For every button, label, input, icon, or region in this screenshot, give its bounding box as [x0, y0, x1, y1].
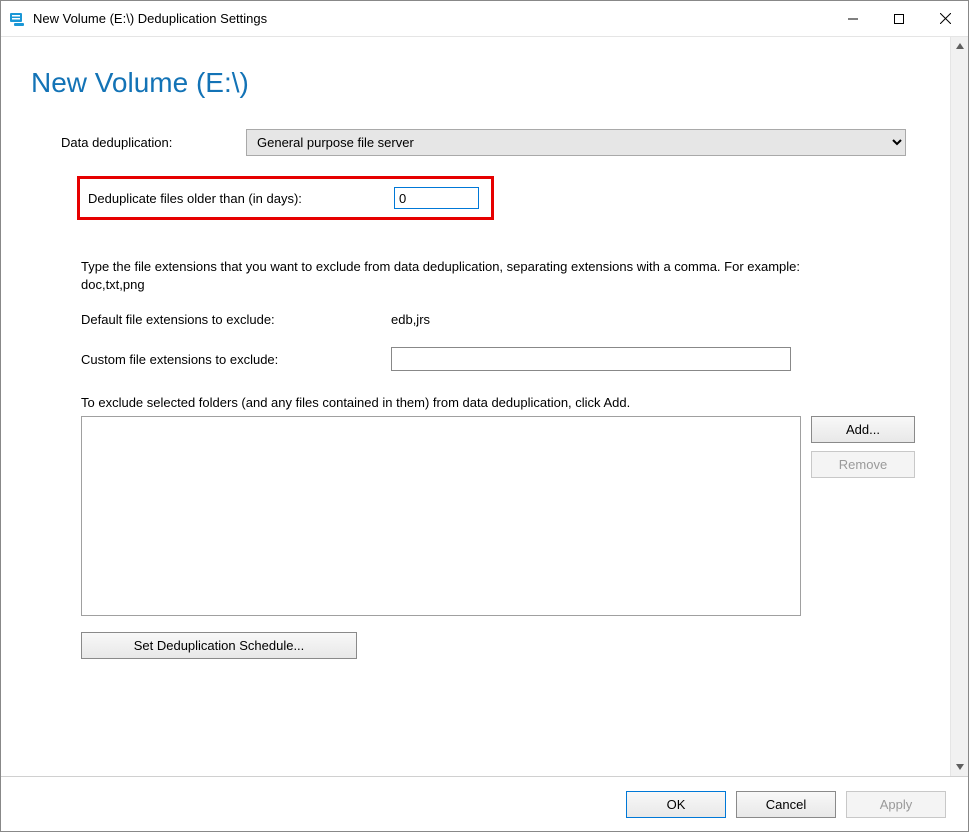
- dedup-mode-select[interactable]: General purpose file server: [246, 129, 906, 156]
- window-controls: [830, 1, 968, 36]
- remove-folder-button: Remove: [811, 451, 915, 478]
- custom-ext-row: Custom file extensions to exclude:: [81, 347, 920, 371]
- custom-ext-label: Custom file extensions to exclude:: [81, 352, 391, 367]
- vertical-scrollbar[interactable]: [950, 37, 968, 776]
- days-highlight: Deduplicate files older than (in days):: [77, 176, 494, 220]
- cancel-button[interactable]: Cancel: [736, 791, 836, 818]
- scroll-down-icon[interactable]: [951, 758, 968, 776]
- ok-button[interactable]: OK: [626, 791, 726, 818]
- close-button[interactable]: [922, 1, 968, 36]
- add-folder-button[interactable]: Add...: [811, 416, 915, 443]
- content-area: New Volume (E:\) Data deduplication: Gen…: [1, 37, 968, 776]
- apply-button: Apply: [846, 791, 946, 818]
- minimize-button[interactable]: [830, 1, 876, 36]
- folders-help-text: To exclude selected folders (and any fil…: [81, 395, 920, 410]
- custom-ext-input[interactable]: [391, 347, 791, 371]
- title-bar: New Volume (E:\) Deduplication Settings: [1, 1, 968, 37]
- window-title: New Volume (E:\) Deduplication Settings: [33, 11, 830, 26]
- default-ext-label: Default file extensions to exclude:: [81, 312, 391, 327]
- exclude-folders-area: Add... Remove: [81, 416, 920, 616]
- maximize-button[interactable]: [876, 1, 922, 36]
- default-ext-value: edb,jrs: [391, 312, 430, 327]
- scrollbar-track[interactable]: [951, 55, 968, 758]
- days-label: Deduplicate files older than (in days):: [88, 191, 394, 206]
- scroll-up-icon[interactable]: [951, 37, 968, 55]
- exclude-folders-list[interactable]: [81, 416, 801, 616]
- server-manager-icon: [9, 11, 25, 27]
- set-schedule-button[interactable]: Set Deduplication Schedule...: [81, 632, 357, 659]
- dedup-mode-label: Data deduplication:: [61, 135, 246, 150]
- dedup-mode-row: Data deduplication: General purpose file…: [61, 129, 920, 156]
- default-ext-row: Default file extensions to exclude: edb,…: [81, 312, 920, 327]
- extensions-help-text: Type the file extensions that you want t…: [81, 258, 801, 294]
- page-title: New Volume (E:\): [31, 67, 920, 99]
- dialog-button-bar: OK Cancel Apply: [1, 776, 968, 831]
- days-input[interactable]: [394, 187, 479, 209]
